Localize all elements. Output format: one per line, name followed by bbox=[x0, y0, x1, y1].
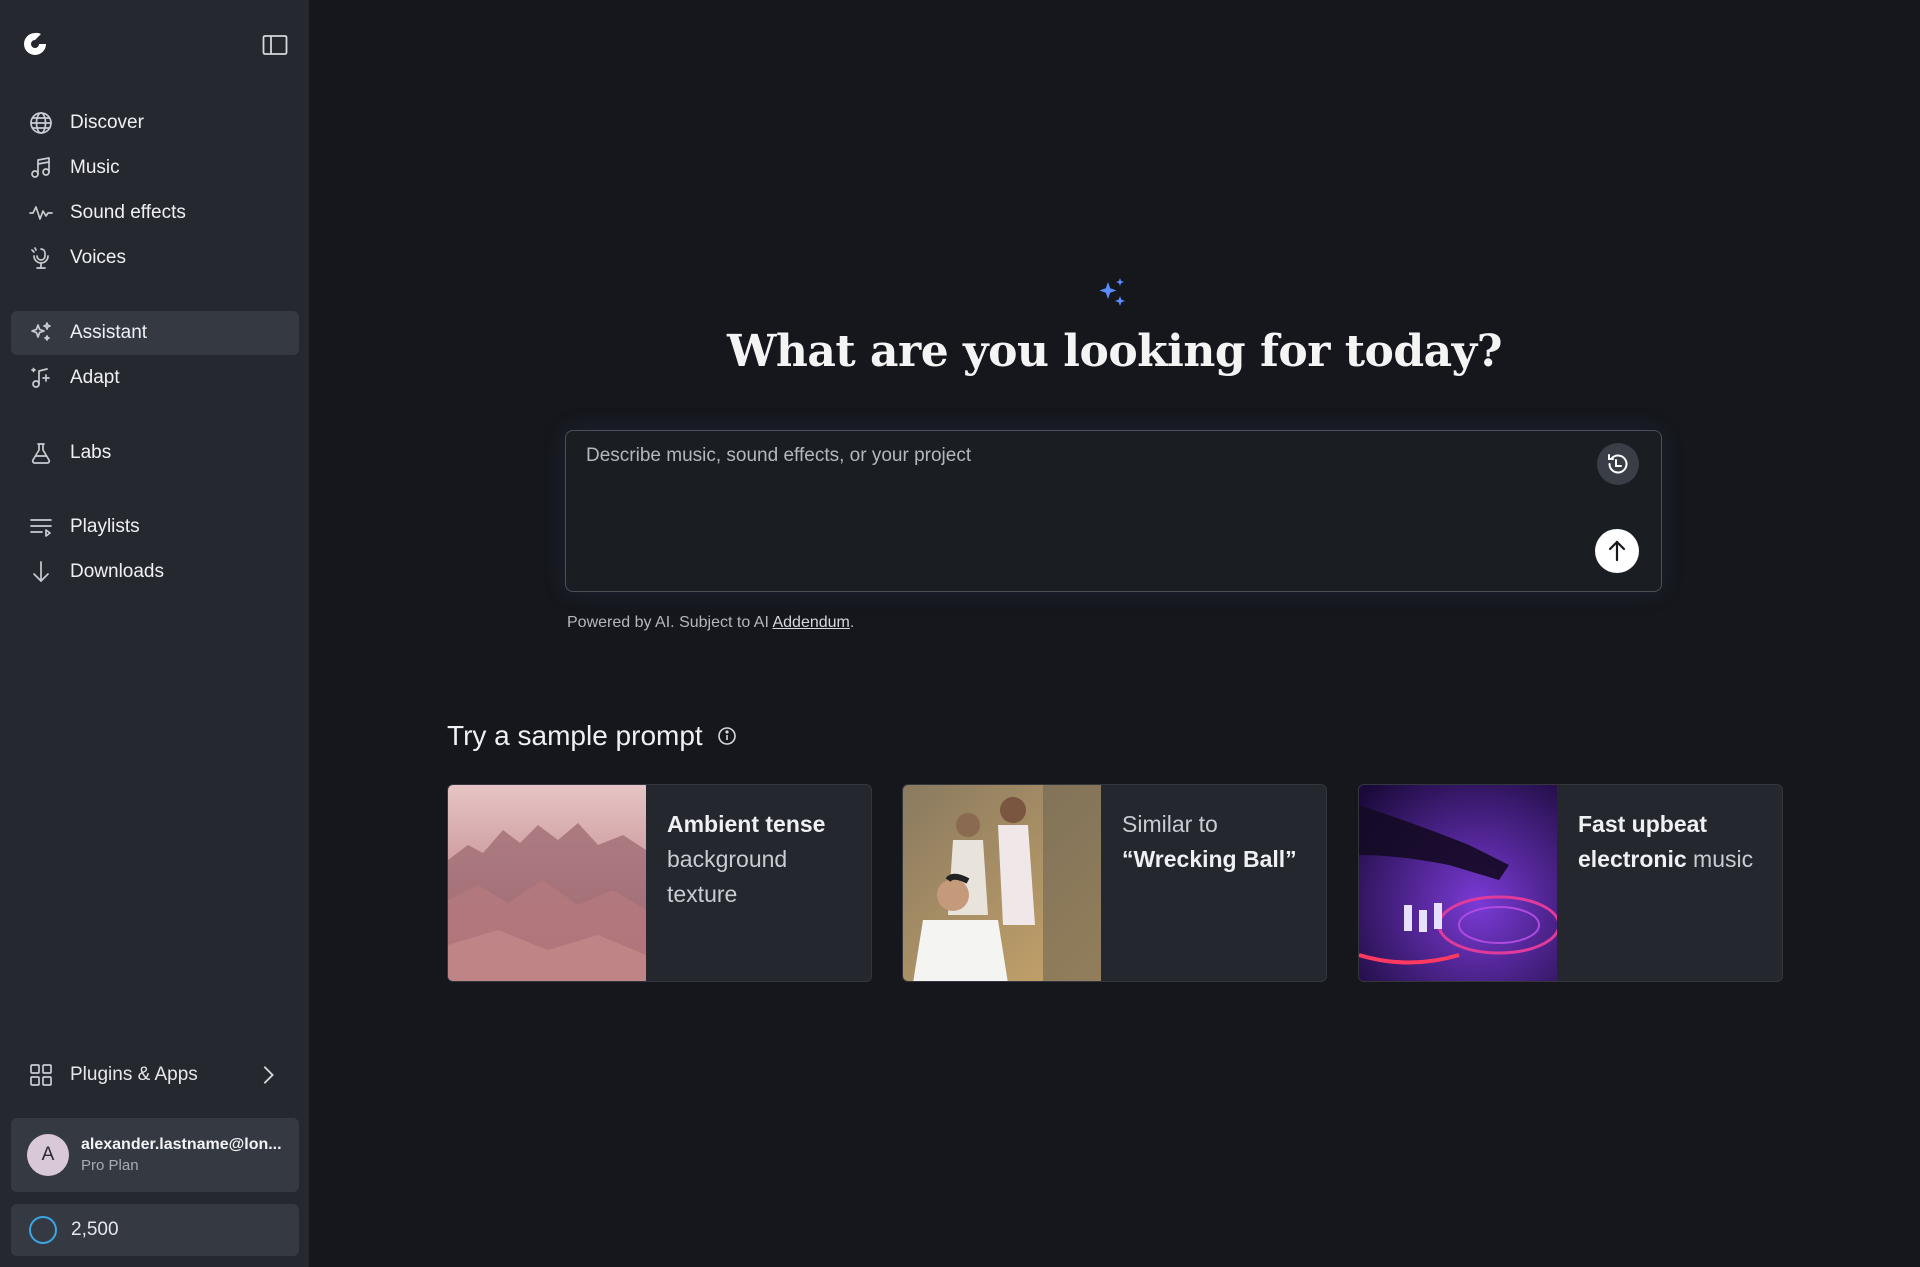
sidebar-item-discover[interactable]: Discover bbox=[11, 101, 299, 145]
send-button[interactable] bbox=[1595, 529, 1639, 573]
sample-card-wrecking-ball[interactable]: Similar to “Wrecking Ball” bbox=[902, 784, 1327, 982]
microphone-icon bbox=[31, 247, 49, 269]
sidebar-item-music[interactable]: Music bbox=[11, 146, 299, 190]
disclaimer-text: Powered by AI. Subject to AI bbox=[567, 614, 773, 631]
sidebar-item-label: Adapt bbox=[70, 367, 120, 388]
mountain-thumbnail bbox=[448, 785, 646, 981]
sidebar-item-label: Discover bbox=[70, 112, 144, 133]
page-title: What are you looking for today? bbox=[726, 326, 1503, 377]
nav-labs: Labs bbox=[11, 431, 299, 476]
sparkle-icon bbox=[31, 322, 51, 341]
nav-secondary: Assistant Adapt bbox=[11, 311, 299, 401]
avatar: A bbox=[27, 1134, 69, 1176]
history-button[interactable] bbox=[1597, 443, 1639, 485]
account-email: alexander.lastname@lon... bbox=[81, 1136, 282, 1153]
sidebar-item-label: Assistant bbox=[70, 322, 148, 343]
music-note-icon bbox=[31, 157, 50, 178]
account-menu[interactable]: A alexander.lastname@lon... Pro Plan bbox=[11, 1118, 299, 1192]
info-icon[interactable] bbox=[717, 726, 737, 746]
sidebar-item-label: Downloads bbox=[70, 561, 164, 582]
waveform-icon bbox=[29, 206, 53, 220]
sidebar-item-voices[interactable]: Voices bbox=[11, 236, 299, 280]
nav-primary: Discover Music Sound effects Voices bbox=[11, 101, 299, 281]
sidebar-item-labs[interactable]: Labs bbox=[11, 431, 299, 475]
collapse-sidebar-button[interactable] bbox=[258, 31, 292, 59]
sidebar-item-downloads[interactable]: Downloads bbox=[11, 550, 299, 594]
dj-thumbnail bbox=[1359, 785, 1557, 981]
credits-value: 2,500 bbox=[71, 1219, 119, 1240]
sidebar-item-sound-effects[interactable]: Sound effects bbox=[11, 191, 299, 235]
sidebar-item-label: Labs bbox=[70, 442, 112, 463]
sample-card-text: Ambient tense background texture bbox=[667, 807, 857, 912]
account-plan: Pro Plan bbox=[81, 1157, 139, 1174]
sample-card-electronic[interactable]: Fast upbeat electronic music bbox=[1358, 784, 1783, 982]
sample-bold: Ambient tense bbox=[667, 811, 826, 837]
sidebar-toggle-icon bbox=[262, 35, 288, 55]
prompt-input[interactable] bbox=[586, 445, 1546, 565]
flask-icon bbox=[31, 443, 51, 464]
sidebar-item-adapt[interactable]: Adapt bbox=[11, 356, 299, 400]
sample-title-text: Try a sample prompt bbox=[447, 720, 703, 751]
sidebar-item-assistant[interactable]: Assistant bbox=[11, 311, 299, 355]
addendum-link[interactable]: Addendum bbox=[772, 614, 849, 631]
sparkle-icon bbox=[1099, 278, 1125, 306]
sample-prompt-heading: Try a sample prompt bbox=[447, 720, 737, 752]
credits-ring-icon bbox=[29, 1216, 57, 1244]
nav-library: Playlists Downloads bbox=[11, 505, 299, 595]
sidebar-item-label: Voices bbox=[70, 247, 126, 268]
sidebar-item-label: Playlists bbox=[70, 516, 140, 537]
plugins-label: Plugins & Apps bbox=[70, 1064, 198, 1085]
download-icon bbox=[33, 561, 49, 582]
sidebar: Discover Music Sound effects Voices Assi… bbox=[0, 0, 309, 1267]
sample-rest: background texture bbox=[667, 846, 788, 907]
playlist-icon bbox=[30, 519, 52, 537]
plugins-and-apps-button[interactable]: Plugins & Apps bbox=[11, 1052, 299, 1098]
sidebar-item-playlists[interactable]: Playlists bbox=[11, 505, 299, 549]
sample-card-text: Fast upbeat electronic music bbox=[1578, 807, 1768, 877]
ai-disclaimer: Powered by AI. Subject to AI Addendum. bbox=[567, 614, 854, 632]
sample-rest: music bbox=[1686, 846, 1754, 872]
people-thumbnail bbox=[903, 785, 1101, 981]
arrow-up-icon bbox=[1608, 540, 1626, 562]
sample-card-ambient[interactable]: Ambient tense background texture bbox=[447, 784, 872, 982]
history-icon bbox=[1608, 454, 1628, 474]
disclaimer-suffix: . bbox=[849, 614, 855, 631]
credits-balance[interactable]: 2,500 bbox=[11, 1204, 299, 1256]
adapt-icon bbox=[31, 367, 50, 388]
chevron-right-icon bbox=[263, 1066, 274, 1084]
sidebar-item-label: Sound effects bbox=[70, 202, 186, 223]
globe-icon bbox=[30, 112, 52, 134]
sample-prefix: Similar to bbox=[1122, 811, 1218, 837]
prompt-box bbox=[565, 430, 1662, 592]
grid-icon bbox=[30, 1064, 52, 1086]
logo-icon[interactable] bbox=[21, 30, 49, 58]
sample-bold: “Wrecking Ball” bbox=[1122, 846, 1297, 872]
sidebar-item-label: Music bbox=[70, 157, 120, 178]
sample-card-text: Similar to “Wrecking Ball” bbox=[1122, 807, 1312, 877]
